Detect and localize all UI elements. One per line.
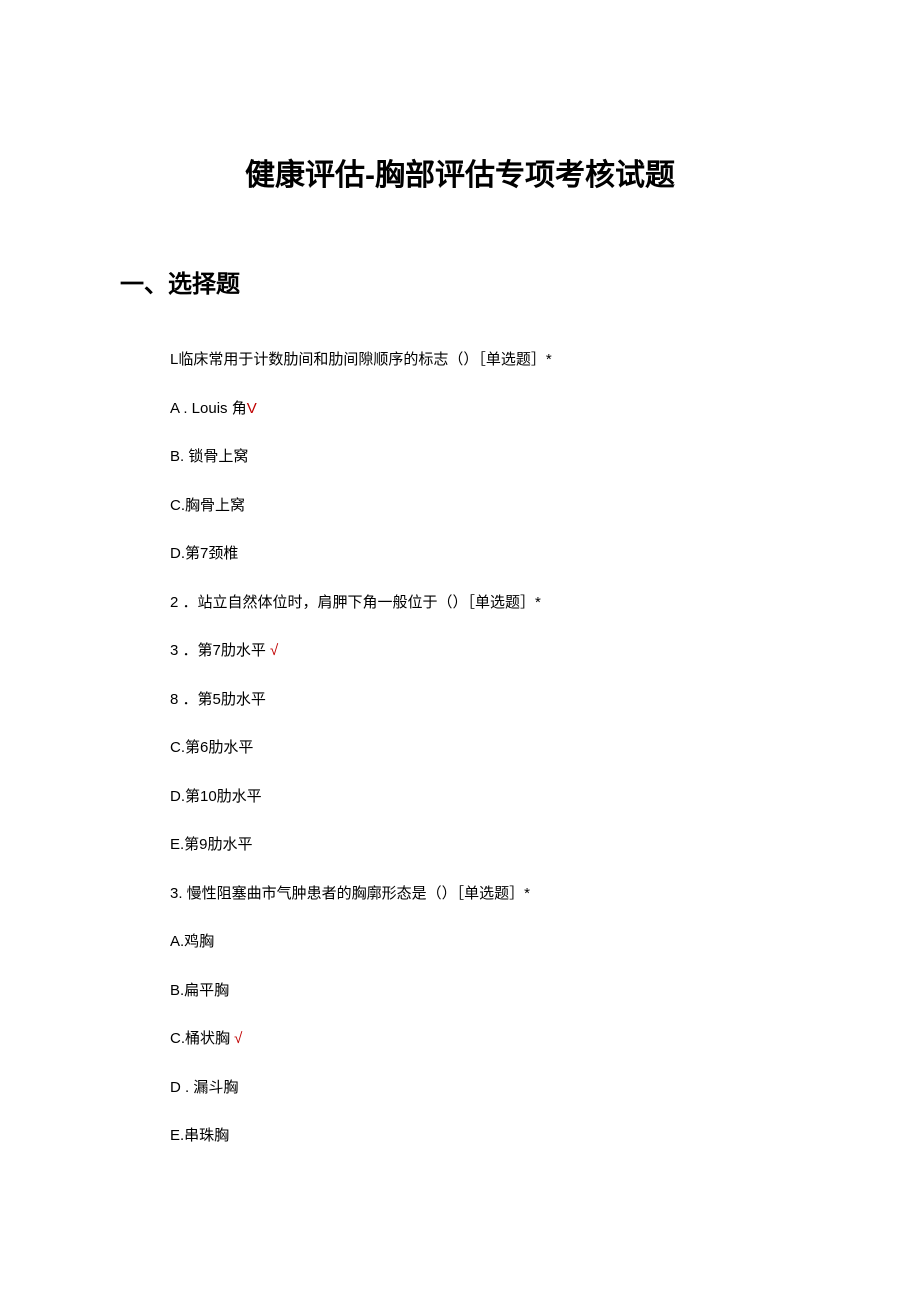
option-text: E.第9肋水平: [170, 836, 253, 853]
correct-mark-icon: V: [247, 400, 257, 417]
option-text: 8 ．第5肋水平: [170, 691, 266, 708]
correct-mark-icon: √: [270, 642, 278, 659]
option-text: B.扁平胸: [170, 982, 229, 999]
option-text: A.鸡胸: [170, 933, 214, 950]
option-text: 3 ．第7肋水平: [170, 642, 270, 659]
question-stem: 3. 慢性阻塞曲市气肿患者的胸廓形态是（）［单选题］*: [170, 883, 800, 906]
option: D.第7颈椎: [170, 543, 800, 566]
option-text: D . 漏斗胸: [170, 1079, 238, 1096]
option: C.第6肋水平: [170, 737, 800, 760]
option: A . Louis 角V: [170, 398, 800, 421]
option-text: A . Louis 角: [170, 400, 247, 417]
option: 3 ．第7肋水平 √: [170, 640, 800, 663]
option-text: C.胸骨上窝: [170, 497, 245, 514]
correct-mark-icon: √: [234, 1030, 242, 1047]
option-text: C.桶状胸: [170, 1030, 234, 1047]
option: 8 ．第5肋水平: [170, 689, 800, 712]
option: C.胸骨上窝: [170, 495, 800, 518]
question-block: L临床常用于计数肋间和肋间隙顺序的标志（）［单选题］* A . Louis 角V…: [170, 349, 800, 1148]
option: B.扁平胸: [170, 980, 800, 1003]
option: E.串珠胸: [170, 1125, 800, 1148]
option-text: E.串珠胸: [170, 1127, 229, 1144]
section-heading: 一、选择题: [120, 264, 800, 299]
question-stem: 2 ．站立自然体位时，肩胛下角一般位于（）［单选题］*: [170, 592, 800, 615]
option-text: D.第7颈椎: [170, 545, 238, 562]
option-text: C.第6肋水平: [170, 739, 253, 756]
option: A.鸡胸: [170, 931, 800, 954]
document-title: 健康评估-胸部评估专项考核试题: [120, 150, 800, 194]
option: D.第10肋水平: [170, 786, 800, 809]
option: D . 漏斗胸: [170, 1077, 800, 1100]
option-text: D.第10肋水平: [170, 788, 262, 805]
option: C.桶状胸 √: [170, 1028, 800, 1051]
question-stem: L临床常用于计数肋间和肋间隙顺序的标志（）［单选题］*: [170, 349, 800, 372]
option: E.第9肋水平: [170, 834, 800, 857]
option-text: B. 锁骨上窝: [170, 448, 248, 465]
option: B. 锁骨上窝: [170, 446, 800, 469]
